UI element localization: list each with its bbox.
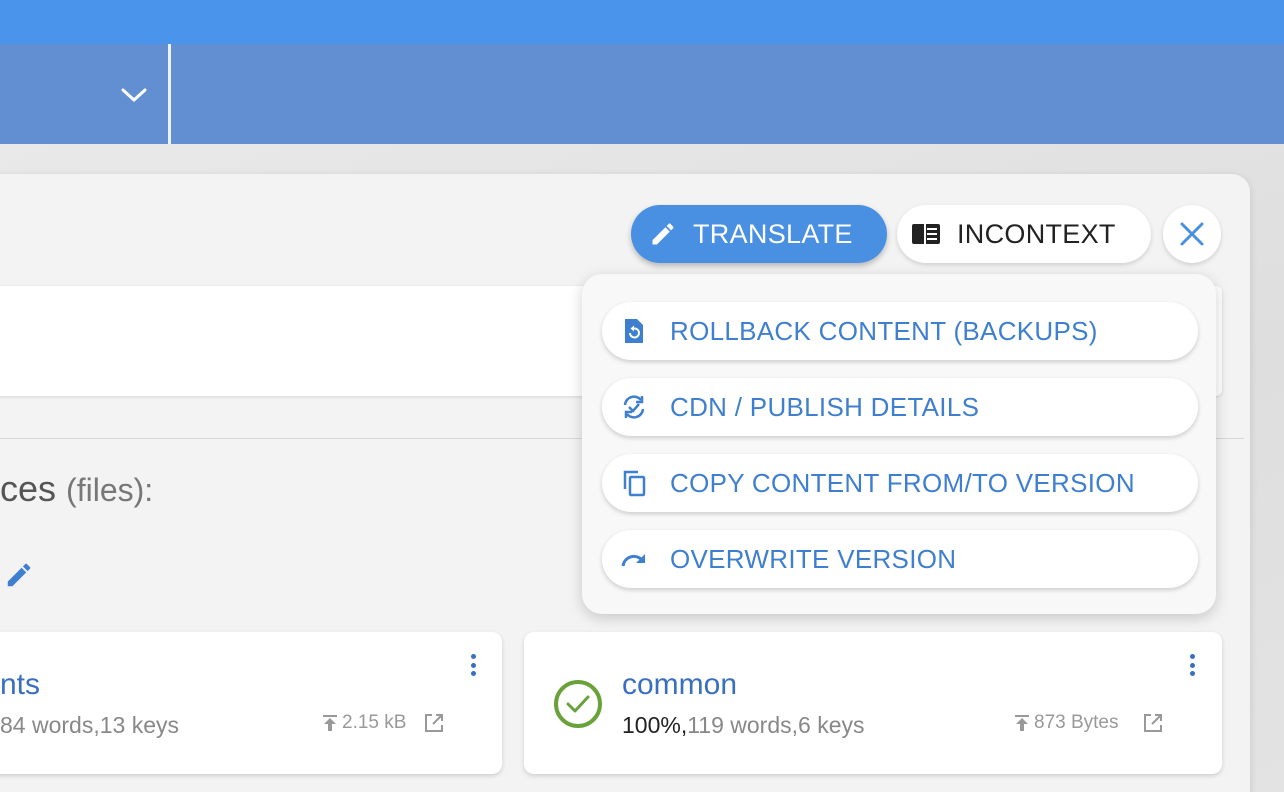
file-card-stats: 100%,119 words,6 keys [622, 712, 865, 739]
file-size: 873 Bytes [1014, 712, 1119, 734]
file-card-stats: 84 words,13 keys [0, 712, 179, 738]
menu-item-copy-content[interactable]: COPY CONTENT FROM/TO VERSION [602, 454, 1198, 512]
redo-arrow-icon [620, 549, 648, 569]
menu-item-rollback-content[interactable]: ROLLBACK CONTENT (BACKUPS) [602, 302, 1198, 360]
file-size: 2.15 kB [322, 712, 406, 734]
open-external-icon[interactable] [423, 712, 445, 734]
edit-pencil-icon[interactable] [4, 560, 34, 595]
close-icon [1179, 221, 1205, 247]
actions-menu: ROLLBACK CONTENT (BACKUPS) CDN / PUBLISH… [582, 274, 1216, 614]
menu-item-label: COPY CONTENT FROM/TO VERSION [670, 467, 1135, 498]
upload-icon [1014, 714, 1030, 732]
menu-item-overwrite-version[interactable]: OVERWRITE VERSION [602, 530, 1198, 588]
upload-icon [322, 714, 338, 732]
copy-icon [620, 469, 648, 497]
sync-check-icon [620, 393, 648, 421]
top-status-bar [0, 0, 1284, 44]
open-external-icon[interactable] [1142, 712, 1164, 734]
menu-item-label: CDN / PUBLISH DETAILS [670, 391, 980, 422]
menu-item-label: ROLLBACK CONTENT (BACKUPS) [670, 315, 1098, 346]
incontext-label: INCONTEXT [957, 218, 1116, 249]
file-card-title[interactable]: nts [0, 668, 40, 702]
nav-bar [0, 44, 1284, 144]
check-circle-icon [554, 680, 602, 728]
translate-button[interactable]: TRANSLATE [631, 205, 887, 263]
file-card[interactable]: nts 84 words,13 keys 2.15 kB [0, 632, 502, 774]
file-card-title[interactable]: common [622, 668, 737, 702]
nav-divider [168, 44, 171, 144]
translate-label: TRANSLATE [693, 218, 853, 249]
file-card[interactable]: common 100%,119 words,6 keys 873 Bytes [524, 632, 1222, 774]
file-size-value: 873 Bytes [1034, 712, 1119, 733]
book-open-icon [911, 222, 941, 246]
more-vert-icon[interactable] [463, 652, 483, 678]
menu-item-cdn-publish[interactable]: CDN / PUBLISH DETAILS [602, 378, 1198, 436]
section-subtitle: (files): [66, 472, 154, 508]
incontext-button[interactable]: INCONTEXT [897, 205, 1151, 263]
completion-percent: 100%, [622, 712, 688, 738]
section-title-text: ces [0, 468, 57, 509]
file-card-stats-text: 119 words,6 keys [687, 712, 865, 738]
more-vert-icon[interactable] [1182, 652, 1202, 678]
close-button[interactable] [1163, 205, 1221, 263]
chevron-down-icon[interactable] [116, 80, 152, 110]
pencil-icon [649, 220, 677, 248]
file-size-value: 2.15 kB [342, 712, 407, 733]
menu-item-label: OVERWRITE VERSION [670, 543, 957, 574]
file-restore-icon [620, 318, 648, 344]
section-title: ces (files): [0, 468, 153, 510]
